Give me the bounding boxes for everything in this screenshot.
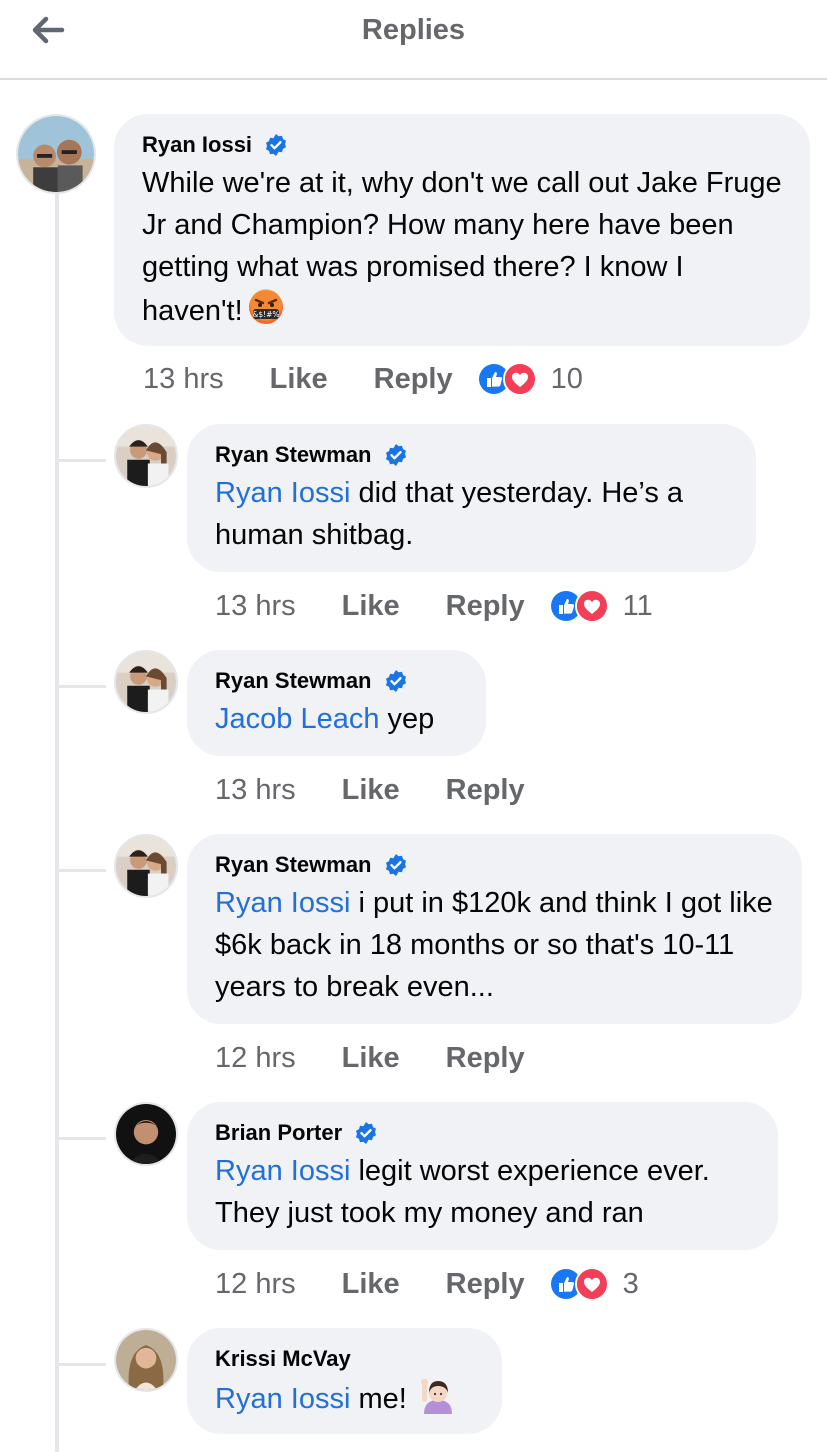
like-button[interactable]: Like — [342, 1268, 400, 1301]
avatar[interactable] — [16, 114, 96, 194]
verified-badge-icon — [264, 133, 288, 157]
mention-link[interactable]: Ryan Iossi — [215, 1155, 350, 1187]
verified-badge-icon — [384, 443, 408, 467]
author-name[interactable]: Ryan Stewman — [215, 668, 372, 694]
like-button[interactable]: Like — [270, 363, 328, 396]
comment-bubble: Ryan Stewman Jacob Leach yep — [187, 650, 486, 756]
verified-badge-icon — [354, 1121, 378, 1145]
comment-text: Ryan Iossi i put in $120k and think I go… — [215, 887, 773, 1003]
timestamp[interactable]: 12 hrs — [215, 1268, 296, 1301]
timestamp[interactable]: 12 hrs — [215, 1042, 296, 1075]
timestamp[interactable]: 13 hrs — [143, 363, 224, 396]
timestamp[interactable]: 13 hrs — [215, 590, 296, 623]
like-button[interactable]: Like — [342, 590, 400, 623]
comment-bubble: Ryan Stewman Ryan Iossi i put in $120k a… — [187, 834, 802, 1024]
reply-button[interactable]: Reply — [446, 774, 525, 807]
author-name[interactable]: Ryan Stewman — [215, 442, 372, 468]
author-name[interactable]: Ryan Iossi — [142, 132, 252, 158]
love-icon — [502, 362, 537, 396]
reactions-summary[interactable]: 10 — [476, 362, 583, 396]
reactions-summary[interactable]: 11 — [548, 589, 653, 623]
mention-link[interactable]: Ryan Iossi — [215, 477, 350, 509]
avatar[interactable] — [114, 650, 178, 714]
mention-link[interactable]: Ryan Iossi — [215, 1383, 350, 1415]
mention-link[interactable]: Jacob Leach — [215, 703, 379, 735]
comment-bubble: Krissi McVay Ryan Iossi me! — [187, 1328, 502, 1434]
comment-text: While we're at it, why don't we call out… — [142, 167, 782, 327]
thread-connector — [59, 1137, 106, 1140]
love-icon — [574, 589, 609, 623]
reply-button[interactable]: Reply — [374, 363, 453, 396]
thread-connector — [59, 869, 106, 872]
author-name[interactable]: Krissi McVay — [215, 1346, 351, 1372]
verified-badge-icon — [384, 669, 408, 693]
comment-actions: 12 hrs Like Reply 3 — [215, 1264, 639, 1304]
reply-button[interactable]: Reply — [446, 1042, 525, 1075]
thread-line — [55, 192, 59, 1452]
like-button[interactable]: Like — [342, 1042, 400, 1075]
thread-connector — [59, 1363, 106, 1366]
comment-bubble: Ryan Iossi While we're at it, why don't … — [114, 114, 810, 346]
love-icon — [574, 1267, 609, 1301]
comment-bubble: Ryan Stewman Ryan Iossi did that yesterd… — [187, 424, 756, 572]
page-title: Replies — [361, 14, 466, 46]
comment-actions: 13 hrs Like Reply 11 — [215, 586, 653, 626]
comment-actions: 12 hrs Like Reply — [215, 1038, 549, 1078]
author-name[interactable]: Ryan Stewman — [215, 852, 372, 878]
svg-text:&$!#%: &$!#% — [252, 310, 279, 319]
reaction-count: 10 — [550, 362, 583, 395]
avatar[interactable] — [114, 834, 178, 898]
comment-text: Ryan Iossi me! — [215, 1376, 474, 1420]
avatar[interactable] — [114, 1102, 178, 1166]
like-button[interactable]: Like — [342, 774, 400, 807]
timestamp[interactable]: 13 hrs — [215, 774, 296, 807]
reactions-summary[interactable]: 3 — [548, 1267, 639, 1301]
comment-text: Ryan Iossi legit worst experience ever. … — [215, 1155, 710, 1229]
face-with-symbols-on-mouth-icon: &$!#% — [247, 288, 285, 326]
comment-text: Ryan Iossi did that yesterday. He’s a hu… — [215, 477, 683, 551]
verified-badge-icon — [384, 853, 408, 877]
thread-connector — [59, 459, 106, 462]
reaction-count: 3 — [622, 1267, 639, 1300]
comment-actions: 13 hrs Like Reply 10 — [143, 359, 583, 399]
mention-link[interactable]: Ryan Iossi — [215, 887, 350, 919]
thread-connector — [59, 685, 106, 688]
comment-text: Jacob Leach yep — [215, 703, 435, 735]
reply-button[interactable]: Reply — [446, 590, 525, 623]
author-name[interactable]: Brian Porter — [215, 1120, 342, 1146]
reaction-count: 11 — [622, 589, 653, 622]
comment-actions: 13 hrs Like Reply — [215, 770, 549, 810]
woman-raising-hand-icon — [417, 1376, 455, 1414]
avatar[interactable] — [114, 1328, 178, 1392]
reply-button[interactable]: Reply — [446, 1268, 525, 1301]
avatar[interactable] — [114, 424, 178, 488]
header-bar: Replies — [0, 0, 827, 80]
comment-bubble: Brian Porter Ryan Iossi legit worst expe… — [187, 1102, 778, 1250]
